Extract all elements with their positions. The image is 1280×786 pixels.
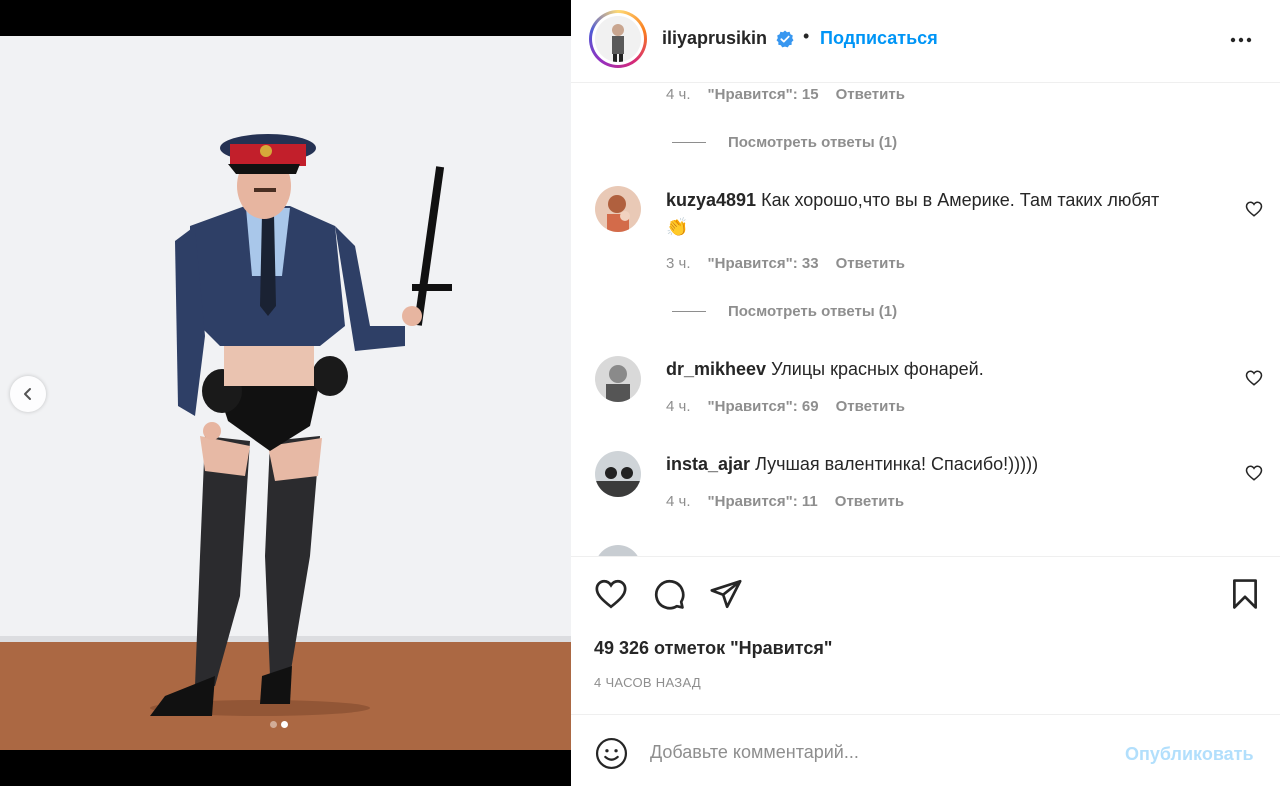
comment-body: Улицы красных фонарей.: [771, 359, 984, 379]
post-timestamp: 4 ЧАСОВ НАЗАД: [594, 675, 701, 690]
comment-icon[interactable]: [652, 577, 686, 611]
comment-time: 4 ч.: [666, 398, 691, 415]
commenter-avatar-image: [595, 356, 641, 402]
view-replies-button[interactable]: Посмотреть ответы (1): [672, 134, 897, 151]
comment-input[interactable]: [650, 735, 1110, 769]
media-panel: [0, 0, 571, 786]
more-icon[interactable]: [1229, 28, 1253, 52]
carousel-prev-button[interactable]: [10, 376, 46, 412]
replies-divider-line: [672, 142, 706, 143]
comment-time: 4 ч.: [666, 493, 691, 510]
comment-like-heart-icon[interactable]: [1245, 369, 1263, 387]
comment-likes[interactable]: "Нравится": 15: [708, 86, 819, 103]
commenter-avatar[interactable]: [595, 186, 641, 232]
comments-list[interactable]: 4 ч. "Нравится": 15 Ответить Посмотреть …: [571, 84, 1280, 556]
comment-text: insta_ajar Лучшая валентинка! Спасибо!))…: [666, 451, 1226, 478]
bookmark-icon[interactable]: [1228, 577, 1262, 611]
post-photo-illustration: [0, 36, 571, 750]
commenter-username[interactable]: kuzya4891: [666, 190, 756, 210]
post-photo: [0, 36, 571, 750]
chevron-left-icon: [24, 388, 31, 400]
comment-time: 4 ч.: [666, 86, 691, 103]
commenter-username[interactable]: dr_mikheev: [666, 359, 766, 379]
comment-reply-button[interactable]: Ответить: [836, 398, 905, 415]
comment-like-heart-icon[interactable]: [1245, 200, 1263, 218]
comment-likes[interactable]: "Нравится": 69: [708, 398, 819, 415]
comment-meta: 3 ч. "Нравится": 33 Ответить: [666, 255, 905, 272]
comment-text: dr_mikheev Улицы красных фонарей.: [666, 356, 1226, 383]
commenter-avatar-image: [595, 186, 641, 232]
post-details-panel: iliyaprusikin • Подписаться 4 ч. "Нравит…: [571, 0, 1280, 786]
comment-like-heart-icon[interactable]: [1245, 464, 1263, 482]
header-separator: •: [803, 26, 810, 46]
comment-reply-button[interactable]: Ответить: [836, 255, 905, 272]
comment-meta: 4 ч. "Нравится": 15 Ответить: [666, 86, 905, 103]
comment-reply-button[interactable]: Ответить: [835, 493, 904, 510]
comment-meta: 4 ч. "Нравится": 69 Ответить: [666, 398, 905, 415]
view-replies-button[interactable]: Посмотреть ответы (1): [672, 303, 897, 320]
view-replies-label: Посмотреть ответы (1): [728, 303, 898, 320]
likes-count[interactable]: 49 326 отметок "Нравится": [594, 638, 832, 659]
comment-body: Лучшая валентинка! Спасибо!))))): [755, 454, 1039, 474]
post-header: iliyaprusikin • Подписаться: [571, 0, 1280, 83]
carousel-dot: [270, 721, 277, 728]
publish-button[interactable]: Опубликовать: [1125, 744, 1254, 765]
author-avatar[interactable]: [589, 10, 647, 68]
author-avatar-image: [595, 16, 641, 62]
comment-meta: 4 ч. "Нравится": 11 Ответить: [666, 493, 904, 510]
carousel-dots: [270, 721, 288, 728]
comment-time: 3 ч.: [666, 255, 691, 272]
replies-divider-line: [672, 311, 706, 312]
follow-button[interactable]: Подписаться: [820, 28, 938, 49]
comment-likes[interactable]: "Нравится": 33: [708, 255, 819, 272]
comment-reply-button[interactable]: Ответить: [836, 86, 905, 103]
post-actions: 49 326 отметок "Нравится" 4 ЧАСОВ НАЗАД: [571, 556, 1280, 714]
carousel-dot-active: [281, 721, 288, 728]
commenter-avatar[interactable]: [595, 356, 641, 402]
heart-icon[interactable]: [594, 577, 628, 611]
commenter-avatar[interactable]: [595, 451, 641, 497]
comment-text: kuzya4891 Как хорошо,что вы в Америке. Т…: [666, 187, 1226, 241]
commenter-avatar-image: [595, 451, 641, 497]
add-comment-bar: Опубликовать: [571, 714, 1280, 786]
comment-body: Как хорошо,что вы в Америке. Там таких л…: [761, 190, 1160, 210]
clap-emoji: 👏: [666, 217, 689, 237]
comment-likes[interactable]: "Нравится": 11: [708, 493, 818, 510]
view-replies-label: Посмотреть ответы (1): [728, 134, 898, 151]
share-icon[interactable]: [709, 577, 743, 611]
author-username[interactable]: iliyaprusikin: [662, 28, 767, 49]
commenter-avatar[interactable]: [595, 545, 641, 556]
commenter-username[interactable]: insta_ajar: [666, 454, 750, 474]
emoji-icon[interactable]: [595, 737, 628, 770]
verified-badge-icon: [776, 30, 794, 48]
